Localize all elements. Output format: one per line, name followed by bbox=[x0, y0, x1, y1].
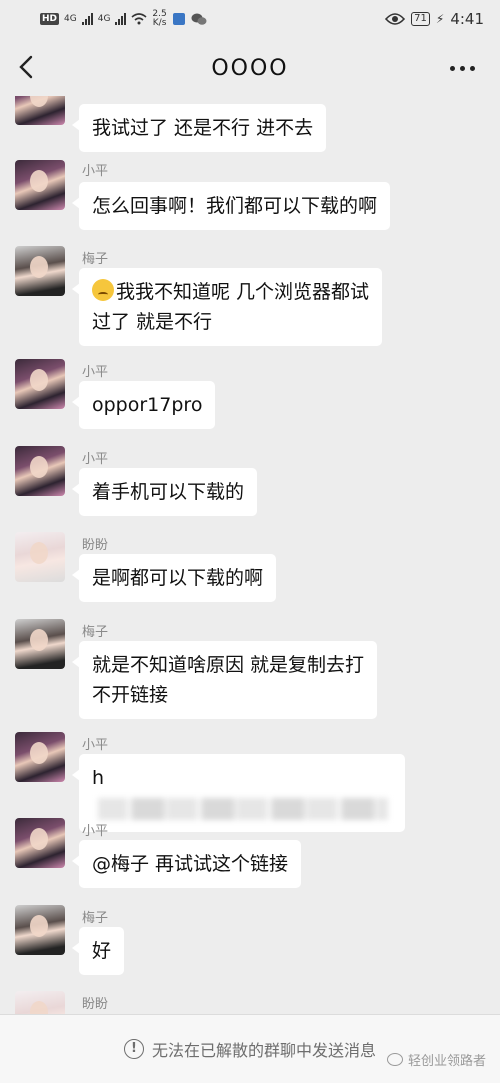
chat-title: OOOO bbox=[211, 55, 289, 81]
chevron-left-icon bbox=[19, 55, 33, 79]
watermark-text: 轻创业领路者 bbox=[407, 1054, 486, 1069]
message-list[interactable]: 我试过了 还是不行 进不去 小平 怎么回事啊！我们都可以下载的啊 梅子 我我不知… bbox=[0, 96, 500, 1014]
wifi-icon bbox=[131, 13, 147, 25]
chat-header: OOOO bbox=[0, 40, 500, 96]
clock: 4:41 bbox=[450, 10, 484, 28]
status-bar: HD 4G 4G 2.5 K/s 71 ⚡ 4:41 bbox=[0, 0, 500, 38]
battery-indicator: 71 bbox=[411, 12, 430, 26]
message-bubble[interactable]: oppor17pro bbox=[71, 381, 216, 429]
signal-icon bbox=[81, 13, 93, 25]
wechat-logo-icon bbox=[386, 1053, 403, 1066]
status-left: HD 4G 4G 2.5 K/s bbox=[40, 10, 207, 28]
input-disabled-bar: ! 无法在已解散的群聊中发送消息 轻创业领路者 bbox=[0, 1014, 500, 1083]
message-bubble[interactable]: 就是不知道啥原因 就是复制去打 不开链接 bbox=[71, 641, 378, 719]
sender-name: 小平 bbox=[82, 824, 109, 839]
message-bubble[interactable]: 是啊都可以下载的啊 bbox=[71, 554, 277, 602]
avatar[interactable] bbox=[15, 818, 65, 868]
wechat-icon bbox=[191, 13, 207, 25]
link-text[interactable]: h bbox=[92, 767, 104, 789]
signal-icon-2 bbox=[115, 13, 127, 25]
dot-icon bbox=[450, 65, 455, 71]
network-type-2: 4G bbox=[97, 14, 111, 24]
message-bubble[interactable]: 怎么回事啊！我们都可以下载的啊 bbox=[71, 182, 391, 230]
message-line: 过了 就是不行 bbox=[92, 311, 213, 333]
avatar[interactable] bbox=[15, 96, 65, 125]
avatar[interactable] bbox=[15, 732, 65, 782]
message-bubble[interactable]: h bbox=[72, 754, 405, 832]
message-bubble[interactable]: 着手机可以下载的 bbox=[71, 468, 258, 516]
sender-name: 盼盼 bbox=[82, 538, 109, 553]
message-line: 不开链接 bbox=[92, 684, 169, 706]
disabled-notice: 无法在已解散的群聊中发送消息 bbox=[151, 1041, 376, 1060]
watermark: 轻创业领路者 bbox=[386, 1050, 486, 1069]
sender-name: 盼盼 bbox=[82, 997, 109, 1012]
avatar[interactable] bbox=[15, 905, 65, 955]
info-icon: ! bbox=[123, 1039, 144, 1059]
eye-icon bbox=[385, 13, 406, 25]
message-line: 就是不知道啥原因 就是复制去打 bbox=[92, 654, 365, 676]
network-speed: 2.5 K/s bbox=[152, 10, 166, 28]
charging-icon: ⚡ bbox=[435, 12, 445, 26]
avatar[interactable] bbox=[15, 246, 65, 296]
sender-name: 梅子 bbox=[82, 625, 109, 640]
hd-badge: HD bbox=[40, 13, 60, 25]
sender-name: 小平 bbox=[82, 738, 109, 753]
sender-name: 小平 bbox=[82, 164, 109, 179]
avatar[interactable] bbox=[15, 619, 65, 669]
worried-face-icon bbox=[92, 279, 114, 301]
avatar[interactable] bbox=[15, 160, 65, 210]
message-line: 我我不知道呢 几个浏览器都试 bbox=[116, 281, 370, 303]
avatar[interactable] bbox=[15, 991, 65, 1014]
dot-icon bbox=[470, 65, 475, 71]
message-bubble[interactable]: 我试过了 还是不行 进不去 bbox=[71, 104, 327, 152]
avatar[interactable] bbox=[15, 359, 65, 409]
app-notification-icon bbox=[172, 13, 185, 25]
more-options-button[interactable] bbox=[450, 58, 480, 78]
message-bubble[interactable]: @梅子 再试试这个链接 bbox=[71, 840, 302, 888]
sender-name: 小平 bbox=[82, 365, 109, 380]
dot-icon bbox=[460, 65, 465, 71]
message-bubble[interactable]: 我我不知道呢 几个浏览器都试 过了 就是不行 bbox=[71, 268, 383, 346]
avatar[interactable] bbox=[15, 532, 65, 582]
speed-unit: K/s bbox=[152, 18, 167, 28]
network-type-1: 4G bbox=[64, 14, 77, 24]
message-bubble[interactable]: 好 bbox=[71, 927, 125, 975]
blurred-link[interactable] bbox=[98, 797, 388, 820]
back-button[interactable] bbox=[14, 52, 42, 82]
sender-name: 梅子 bbox=[82, 252, 109, 267]
sender-name: 梅子 bbox=[82, 911, 109, 926]
sender-name: 小平 bbox=[82, 452, 109, 467]
status-right: 71 ⚡ 4:41 bbox=[385, 10, 484, 28]
avatar[interactable] bbox=[15, 446, 65, 496]
